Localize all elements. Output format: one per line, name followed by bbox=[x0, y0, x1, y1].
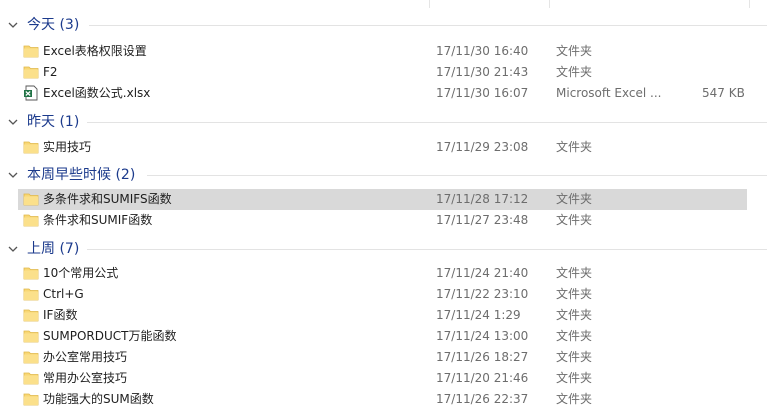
folder-icon bbox=[23, 371, 39, 385]
folder-icon bbox=[23, 140, 39, 154]
modified-date: 17/11/30 21:43 bbox=[436, 65, 529, 79]
file-name: SUMPORDUCT万能函数 bbox=[43, 329, 177, 343]
chevron-down-icon[interactable] bbox=[7, 19, 19, 31]
folder-icon bbox=[23, 308, 39, 322]
file-type: 文件夹 bbox=[556, 350, 593, 364]
group-header[interactable]: 本周早些时候 (2) bbox=[0, 164, 767, 186]
file-name: Excel表格权限设置 bbox=[43, 44, 147, 58]
file-row[interactable]: 条件求和SUMIF函数 17/11/27 23:48 文件夹 bbox=[18, 210, 747, 231]
folder-icon bbox=[23, 65, 39, 79]
file-type: 文件夹 bbox=[556, 308, 593, 322]
file-type: 文件夹 bbox=[556, 213, 593, 227]
folder-icon bbox=[23, 287, 39, 301]
file-row[interactable]: 实用技巧 17/11/29 23:08 文件夹 bbox=[18, 137, 747, 158]
modified-date: 17/11/26 18:27 bbox=[436, 350, 529, 364]
folder-icon bbox=[23, 192, 39, 206]
column-divider bbox=[749, 0, 750, 8]
file-name: 10个常用公式 bbox=[43, 266, 119, 280]
file-type: 文件夹 bbox=[556, 287, 593, 301]
file-name: 实用技巧 bbox=[43, 140, 92, 154]
file-name: Excel函数公式.xlsx bbox=[43, 86, 151, 100]
group-title: 上周 (7) bbox=[27, 241, 80, 257]
modified-date: 17/11/24 1:29 bbox=[436, 308, 521, 322]
file-type: 文件夹 bbox=[556, 192, 593, 206]
file-type: 文件夹 bbox=[556, 392, 593, 406]
file-type: Microsoft Excel ... bbox=[556, 86, 662, 100]
group-header[interactable]: 今天 (3) bbox=[0, 14, 767, 36]
file-type: 文件夹 bbox=[556, 44, 593, 58]
column-divider bbox=[549, 0, 550, 8]
file-row[interactable]: SUMPORDUCT万能函数 17/11/24 13:00 文件夹 bbox=[18, 326, 747, 347]
file-name: 多条件求和SUMIFS函数 bbox=[43, 192, 172, 206]
file-row[interactable]: Excel函数公式.xlsx 17/11/30 16:07 Microsoft Ex… bbox=[18, 83, 747, 104]
file-name: Ctrl+G bbox=[43, 287, 84, 301]
folder-icon bbox=[23, 213, 39, 227]
folder-icon bbox=[23, 350, 39, 364]
modified-date: 17/11/22 23:10 bbox=[436, 287, 529, 301]
file-size: 547 KB bbox=[702, 86, 745, 100]
chevron-down-icon[interactable] bbox=[7, 116, 19, 128]
modified-date: 17/11/29 23:08 bbox=[436, 140, 529, 154]
modified-date: 17/11/20 21:46 bbox=[436, 371, 529, 385]
modified-date: 17/11/30 16:40 bbox=[436, 44, 529, 58]
file-row[interactable]: 功能强大的SUM函数 17/11/26 22:37 文件夹 bbox=[18, 389, 747, 410]
file-row[interactable]: F2 17/11/30 21:43 文件夹 bbox=[18, 62, 747, 83]
group-divider bbox=[87, 249, 767, 250]
chevron-down-icon[interactable] bbox=[7, 243, 19, 255]
file-row[interactable]: 多条件求和SUMIFS函数 17/11/28 17:12 文件夹 bbox=[18, 189, 747, 210]
folder-icon bbox=[23, 266, 39, 280]
modified-date: 17/11/27 23:48 bbox=[436, 213, 529, 227]
modified-date: 17/11/24 21:40 bbox=[436, 266, 529, 280]
file-name: F2 bbox=[43, 65, 58, 79]
modified-date: 17/11/28 17:12 bbox=[436, 192, 529, 206]
group-divider bbox=[147, 175, 767, 176]
excel-file-icon bbox=[23, 85, 39, 101]
group-title: 今天 (3) bbox=[27, 17, 80, 33]
file-row[interactable]: 10个常用公式 17/11/24 21:40 文件夹 bbox=[18, 263, 747, 284]
file-name: 功能强大的SUM函数 bbox=[43, 392, 154, 406]
column-divider bbox=[429, 0, 430, 8]
file-type: 文件夹 bbox=[556, 65, 593, 79]
file-name: 条件求和SUMIF函数 bbox=[43, 213, 153, 227]
group-divider bbox=[89, 25, 767, 26]
group-divider bbox=[87, 122, 767, 123]
file-row[interactable]: IF函数 17/11/24 1:29 文件夹 bbox=[18, 305, 747, 326]
group-header[interactable]: 昨天 (1) bbox=[0, 111, 767, 133]
group-title: 本周早些时候 (2) bbox=[27, 167, 136, 183]
folder-icon bbox=[23, 44, 39, 58]
file-name: 办公室常用技巧 bbox=[43, 350, 128, 364]
file-name: 常用办公室技巧 bbox=[43, 371, 128, 385]
file-type: 文件夹 bbox=[556, 371, 593, 385]
folder-icon bbox=[23, 329, 39, 343]
modified-date: 17/11/26 22:37 bbox=[436, 392, 529, 406]
folder-icon bbox=[23, 392, 39, 406]
file-type: 文件夹 bbox=[556, 266, 593, 280]
modified-date: 17/11/30 16:07 bbox=[436, 86, 529, 100]
file-type: 文件夹 bbox=[556, 140, 593, 154]
group-title: 昨天 (1) bbox=[27, 114, 80, 130]
modified-date: 17/11/24 13:00 bbox=[436, 329, 529, 343]
file-row[interactable]: 办公室常用技巧 17/11/26 18:27 文件夹 bbox=[18, 347, 747, 368]
file-row[interactable]: Ctrl+G 17/11/22 23:10 文件夹 bbox=[18, 284, 747, 305]
file-row[interactable]: Excel表格权限设置 17/11/30 16:40 文件夹 bbox=[18, 41, 747, 62]
chevron-down-icon[interactable] bbox=[7, 169, 19, 181]
group-header[interactable]: 上周 (7) bbox=[0, 238, 767, 260]
file-row[interactable]: 常用办公室技巧 17/11/20 21:46 文件夹 bbox=[18, 368, 747, 389]
file-name: IF函数 bbox=[43, 308, 78, 322]
file-type: 文件夹 bbox=[556, 329, 593, 343]
